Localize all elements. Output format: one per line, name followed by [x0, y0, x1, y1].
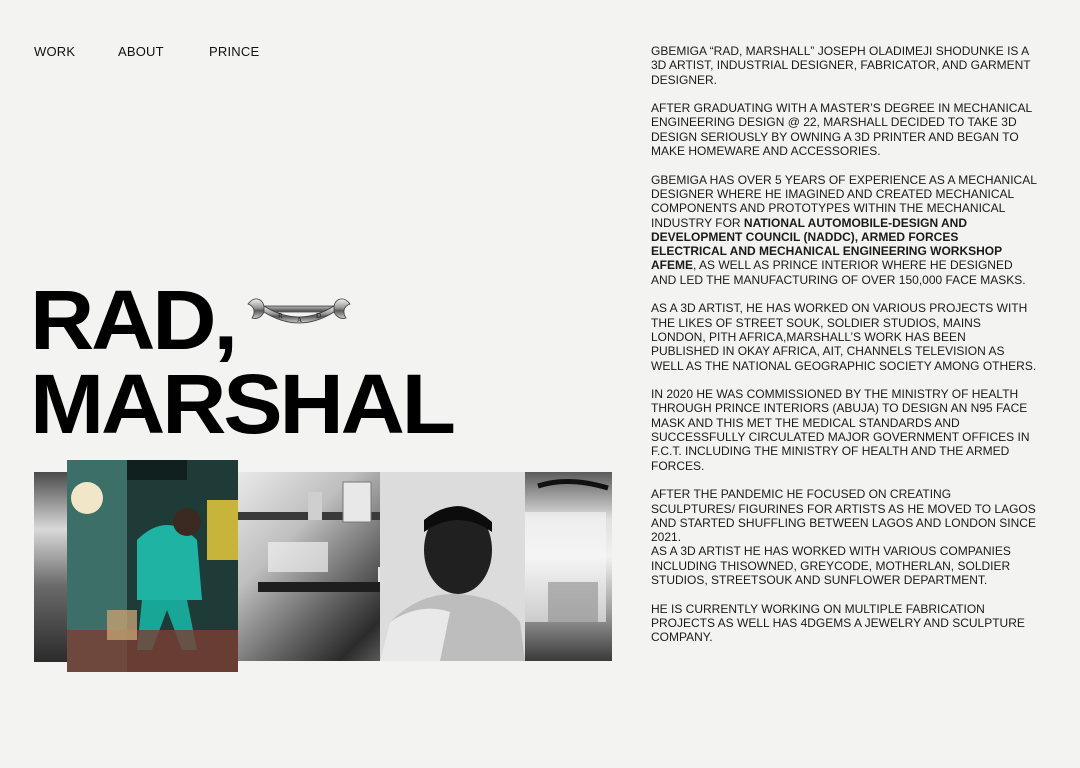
rad-banner-letter-r: R [278, 312, 283, 320]
hero-title-line-2: MARSHAL [30, 357, 456, 451]
portrait-photo-shapes [380, 472, 525, 661]
rad-banner-letter-a: A [297, 316, 302, 324]
biography-text: GBEMIGA “RAD, MARSHALL” JOSEPH OLADIMEJI… [651, 44, 1037, 659]
bio-paragraph-commission: IN 2020 HE WAS COMMISSIONED BY THE MINIS… [651, 387, 1030, 473]
seated-artist-photo-shapes [67, 460, 238, 672]
rad-banner-letter-d: D [316, 312, 321, 320]
bio-paragraph-projects: AS A 3D ARTIST, HE HAS WORKED ON VARIOUS… [651, 301, 1037, 373]
bio-paragraph-experience: GBEMIGA HAS OVER 5 YEARS OF EXPERIENCE A… [651, 173, 1037, 287]
bio-paragraph-education: AFTER GRADUATING WITH A MASTER’S DEGREE … [651, 101, 1032, 159]
nav-link-about[interactable]: ABOUT [118, 44, 209, 59]
window-cabinet-photo-shapes [524, 478, 609, 622]
top-navigation: WORK ABOUT PRINCE [34, 44, 259, 59]
bio-paragraph-companies: AS A 3D ARTIST HE HAS WORKED WITH VARIOU… [651, 544, 1011, 587]
photo-studio-shelf-left [34, 472, 70, 662]
hero-title-line-1: RAD, [30, 273, 238, 367]
hero-title: RAD, MARSHAL [30, 273, 456, 451]
photo-portrait-bw [380, 472, 525, 661]
bio-paragraph-intro: GBEMIGA “RAD, MARSHALL” JOSEPH OLADIMEJI… [651, 44, 1031, 87]
photo-artist-seated-color [67, 460, 238, 672]
bio-paragraph-pandemic: AFTER THE PANDEMIC HE FOCUSED ON CREATIN… [651, 487, 1036, 545]
nav-link-prince[interactable]: PRINCE [209, 44, 259, 59]
bio-experience-text-end: , AS WELL AS PRINCE INTERIOR WHERE HE DE… [651, 258, 1026, 287]
photo-window-cabinet [518, 472, 612, 661]
nav-link-work[interactable]: WORK [34, 44, 118, 59]
bio-paragraph-current: HE IS CURRENTLY WORKING ON MULTIPLE FABR… [651, 601, 1025, 645]
rad-banner-logo: R A D [247, 298, 351, 324]
